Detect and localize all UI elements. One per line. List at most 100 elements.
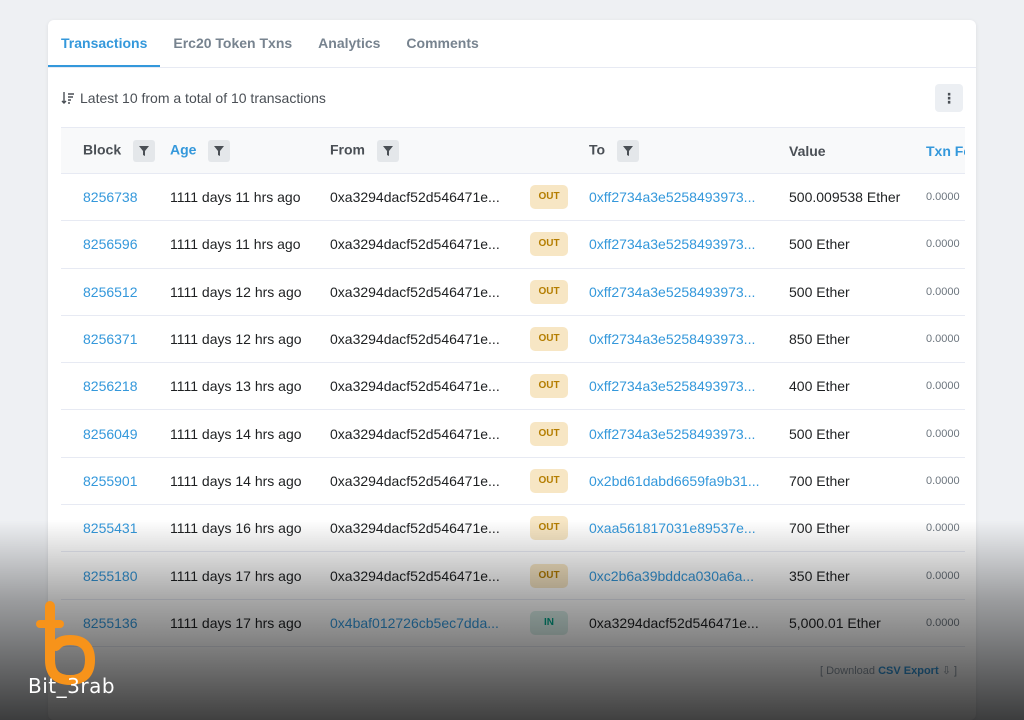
table-row: 8255431 1111 days 16 hrs ago 0xa3294dacf52… [61, 505, 965, 552]
block-link[interactable]: 8256596 [61, 221, 160, 268]
column-label-to: To [589, 141, 606, 158]
csv-export-suffix: ⇩ ] [941, 665, 958, 677]
to-address[interactable]: 0x2bd61dabd6659fa9b31... [579, 457, 779, 504]
direction-badge: OUT [530, 421, 568, 446]
to-address[interactable]: 0xff2734a3e5258493973... [579, 268, 779, 315]
direction-cell: OUT [520, 505, 579, 552]
to-address[interactable]: 0xaa561817031e89537e... [579, 505, 779, 552]
to-address[interactable]: 0xff2734a3e5258493973... [579, 221, 779, 268]
age-cell: 1111 days 17 hrs ago [170, 567, 302, 584]
block-link[interactable]: 8255431 [61, 505, 160, 552]
table-row: 8256596 1111 days 11 hrs ago 0xa3294dacf52… [61, 221, 965, 269]
value-cell: 500.009538 Ether [789, 189, 901, 206]
transactions-table: Block Age From To Value Txn F 8256738 11… [61, 127, 965, 647]
from-address: 0xa3294dacf52d546471e... [330, 189, 500, 206]
block-link[interactable]: 8256738 [61, 174, 160, 221]
tab-comments[interactable]: Comments [393, 20, 491, 67]
csv-export[interactable]: [ Download CSV Export ⇩ ] [820, 664, 957, 677]
more-options-button[interactable]: ⋮ [935, 84, 963, 112]
table-row: 8255180 1111 days 17 hrs ago 0xa3294dacf52… [61, 552, 965, 600]
tab-erc20-token-txns[interactable]: Erc20 Token Txns [160, 20, 305, 67]
direction-badge: OUT [530, 516, 568, 541]
from-address: 0xa3294dacf52d546471e... [330, 520, 500, 537]
table-row: 8256738 1111 days 11 hrs ago 0xa3294dacf52… [61, 174, 965, 221]
block-link[interactable]: 8256371 [61, 315, 160, 362]
summary: Latest 10 from a total of 10 transaction… [61, 90, 326, 106]
fee-cell: 0.0000 [926, 191, 960, 204]
filter-icon[interactable] [133, 139, 156, 162]
value-cell: 700 Ether [789, 520, 850, 537]
from-address[interactable]: 0x4baf012726cb5ec7dda... [320, 599, 520, 646]
column-label-block: Block [83, 141, 122, 158]
value-cell: 850 Ether [789, 331, 850, 348]
tab-transactions[interactable]: Transactions [48, 20, 161, 67]
value-cell: 5,000.01 Ether [789, 614, 881, 631]
from-address: 0xa3294dacf52d546471e... [330, 567, 500, 584]
column-header-value: Value [779, 128, 916, 174]
age-cell: 1111 days 11 hrs ago [170, 189, 301, 206]
table-row: 8256512 1111 days 12 hrs ago 0xa3294dacf52… [61, 268, 965, 316]
table-row: 8255136 1111 days 17 hrs ago 0x4baf012726c… [61, 599, 965, 647]
csv-export-prefix: [ Download [820, 665, 876, 677]
table-row: 8255901 1111 days 14 hrs ago 0xa3294dacf52… [61, 457, 965, 505]
direction-cell: OUT [520, 410, 579, 457]
fee-cell: 0.0000 [926, 333, 960, 346]
age-cell: 1111 days 11 hrs ago [170, 236, 301, 253]
block-link[interactable]: 8256218 [61, 363, 160, 410]
to-address[interactable]: 0xff2734a3e5258493973... [579, 363, 779, 410]
direction-badge: OUT [530, 327, 568, 352]
direction-cell: IN [520, 599, 579, 646]
column-header-to: To [579, 128, 779, 174]
filter-icon[interactable] [208, 139, 231, 162]
block-link[interactable]: 8256512 [61, 268, 160, 315]
block-link[interactable]: 8255180 [61, 552, 160, 599]
fee-cell: 0.0000 [926, 616, 960, 629]
block-link[interactable]: 8256049 [61, 410, 160, 457]
sort-icon [61, 92, 74, 104]
from-address: 0xa3294dacf52d546471e... [330, 472, 500, 489]
to-address[interactable]: 0xff2734a3e5258493973... [579, 174, 779, 221]
column-label-age[interactable]: Age [170, 141, 196, 157]
age-cell: 1111 days 14 hrs ago [170, 425, 302, 442]
age-cell: 1111 days 14 hrs ago [170, 472, 302, 489]
direction-cell: OUT [520, 457, 579, 504]
column-header-txn-fee[interactable]: Txn Fee [916, 128, 965, 174]
fee-cell: 0.0000 [926, 427, 960, 440]
fee-cell: 0.0000 [926, 380, 960, 393]
tab-analytics[interactable]: Analytics [305, 20, 393, 67]
direction-badge: OUT [530, 232, 568, 257]
filter-icon[interactable] [376, 139, 399, 162]
from-address: 0xa3294dacf52d546471e... [330, 236, 500, 253]
to-address[interactable]: 0xff2734a3e5258493973... [579, 410, 779, 457]
filter-icon[interactable] [616, 139, 639, 162]
direction-cell: OUT [520, 174, 579, 221]
table-body: 8256738 1111 days 11 hrs ago 0xa3294dacf52… [61, 174, 965, 647]
direction-badge: OUT [530, 374, 568, 399]
value-cell: 500 Ether [789, 425, 850, 442]
more-vertical-icon: ⋮ [942, 89, 956, 106]
column-header-from: From [320, 128, 520, 174]
to-address: 0xa3294dacf52d546471e... [589, 614, 759, 631]
fee-cell: 0.0000 [926, 522, 960, 535]
value-cell: 500 Ether [789, 283, 850, 300]
fee-cell: 0.0000 [926, 238, 960, 251]
column-header-age[interactable]: Age [160, 128, 320, 174]
fee-cell: 0.0000 [926, 285, 960, 298]
table-row: 8256049 1111 days 14 hrs ago 0xa3294dacf52… [61, 410, 965, 458]
tab-bar: Transactions Erc20 Token Txns Analytics … [48, 20, 976, 68]
column-header-direction [520, 128, 579, 174]
from-address: 0xa3294dacf52d546471e... [330, 283, 500, 300]
transactions-table-wrapper[interactable]: Block Age From To Value Txn F 8256738 11… [61, 127, 965, 667]
value-cell: 700 Ether [789, 472, 850, 489]
direction-badge: OUT [530, 468, 568, 493]
column-label-value: Value [789, 142, 826, 159]
block-link[interactable]: 8255901 [61, 457, 160, 504]
column-label-txn-fee[interactable]: Txn Fee [926, 143, 965, 159]
to-address[interactable]: 0xc2b6a39bddca030a6a... [579, 552, 779, 599]
direction-badge: IN [530, 610, 568, 635]
to-address[interactable]: 0xff2734a3e5258493973... [579, 315, 779, 362]
age-cell: 1111 days 13 hrs ago [170, 378, 302, 395]
fee-cell: 0.0000 [926, 474, 960, 487]
transactions-card: Transactions Erc20 Token Txns Analytics … [48, 20, 976, 720]
csv-export-link[interactable]: CSV Export [878, 665, 939, 677]
